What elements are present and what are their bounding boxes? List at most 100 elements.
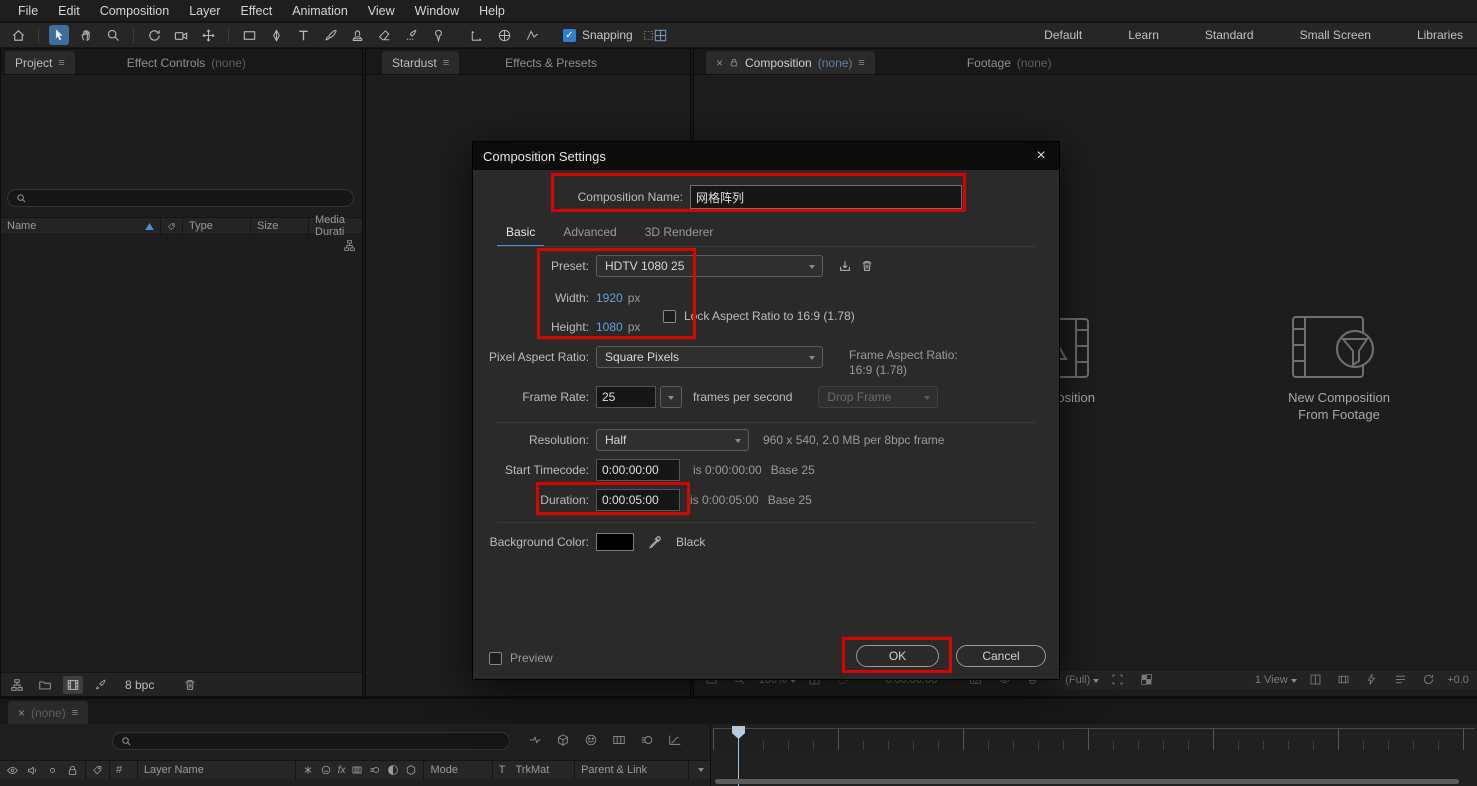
close-tab-icon[interactable]: ×: [716, 56, 723, 70]
duration-input[interactable]: [596, 489, 680, 511]
menu-layer[interactable]: Layer: [179, 4, 230, 18]
resolution-select[interactable]: (Full): [1065, 674, 1099, 686]
chevron-down-icon[interactable]: [698, 768, 704, 772]
tab-basic[interactable]: Basic: [497, 222, 544, 247]
frame-rate-input[interactable]: [596, 386, 656, 408]
delete-preset-icon[interactable]: [856, 255, 878, 277]
trkmat-column[interactable]: T TrkMat: [493, 761, 575, 779]
mode-column[interactable]: Mode: [424, 761, 492, 779]
text-tool-icon[interactable]: [293, 25, 313, 45]
fx-icon[interactable]: fx: [338, 765, 346, 776]
workspace-learn[interactable]: Learn: [1128, 28, 1159, 42]
tab-3d-renderer[interactable]: 3D Renderer: [636, 222, 723, 247]
menu-animation[interactable]: Animation: [282, 4, 358, 18]
draft-3d-icon[interactable]: [556, 733, 570, 747]
panel-menu-icon[interactable]: ≡: [58, 57, 64, 69]
frame-blend-icon[interactable]: [351, 764, 363, 776]
graph-editor-icon[interactable]: [668, 733, 682, 747]
panel-menu-icon[interactable]: ≡: [72, 707, 78, 719]
start-timecode-input[interactable]: [596, 459, 680, 481]
tab-composition[interactable]: × Composition (none) ≡: [706, 51, 875, 74]
frame-blending-icon[interactable]: [612, 733, 626, 747]
shy-icon[interactable]: [320, 764, 332, 776]
column-media-duration[interactable]: Media Durati: [309, 218, 362, 234]
menu-composition[interactable]: Composition: [90, 4, 179, 18]
lock-aspect-checkbox[interactable]: [663, 310, 676, 323]
column-name[interactable]: Name: [1, 218, 161, 234]
column-label-color[interactable]: [161, 218, 183, 234]
home-icon[interactable]: [8, 25, 28, 45]
eyedropper-icon[interactable]: [644, 531, 666, 553]
timeline-horizontal-scrollbar[interactable]: [715, 779, 1459, 784]
video-eye-icon[interactable]: [6, 764, 19, 777]
tab-effect-controls[interactable]: Effect Controls (none): [117, 51, 256, 74]
pen-tool-icon[interactable]: [266, 25, 286, 45]
number-column[interactable]: #: [110, 761, 138, 779]
puppet-pin-tool-icon[interactable]: [428, 25, 448, 45]
close-tab-icon[interactable]: ×: [18, 706, 25, 720]
hide-shy-layers-icon[interactable]: [584, 733, 598, 747]
tab-stardust[interactable]: Stardust ≡: [382, 51, 459, 74]
frame-rate-dropdown-icon[interactable]: [660, 386, 682, 408]
shape-tool-icon[interactable]: [239, 25, 259, 45]
layer-name-column[interactable]: Layer Name: [138, 761, 296, 779]
workspace-default[interactable]: Default: [1044, 28, 1082, 42]
width-value[interactable]: 1920: [596, 291, 623, 305]
tab-effects-presets[interactable]: Effects & Presets: [495, 51, 607, 74]
dialog-title-bar[interactable]: Composition Settings ×: [473, 142, 1059, 170]
brush-tool-icon[interactable]: [320, 25, 340, 45]
timeline-button-icon[interactable]: [1391, 671, 1410, 689]
zoom-tool-icon[interactable]: [103, 25, 123, 45]
trash-icon[interactable]: [180, 676, 200, 694]
timeline-search[interactable]: [112, 732, 510, 750]
tab-footage[interactable]: Footage (none): [957, 51, 1062, 74]
background-color-swatch[interactable]: [596, 533, 634, 551]
project-flowchart-icon[interactable]: [343, 239, 356, 252]
tab-advanced[interactable]: Advanced: [554, 222, 625, 247]
share-view-icon[interactable]: [1306, 671, 1325, 689]
resolution-select[interactable]: Half: [596, 429, 749, 451]
axis-view-icon[interactable]: [522, 25, 542, 45]
cancel-button[interactable]: Cancel: [956, 645, 1046, 667]
adjustment-layer-icon[interactable]: [387, 764, 399, 776]
fast-previews-icon[interactable]: [1362, 671, 1381, 689]
preview-checkbox[interactable]: [489, 652, 502, 665]
menu-view[interactable]: View: [358, 4, 405, 18]
sort-ascending-icon[interactable]: [145, 223, 154, 230]
column-type[interactable]: Type: [183, 218, 251, 234]
pixel-aspect-correction-icon[interactable]: [1334, 671, 1353, 689]
new-composition-icon[interactable]: [63, 676, 83, 694]
workspace-small-screen[interactable]: Small Screen: [1300, 28, 1371, 42]
composition-name-input[interactable]: [690, 185, 962, 209]
pan-behind-tool-icon[interactable]: [198, 25, 218, 45]
preset-select[interactable]: HDTV 1080 25: [596, 255, 823, 277]
audio-speaker-icon[interactable]: [26, 764, 39, 777]
rotation-tool-icon[interactable]: [144, 25, 164, 45]
parent-link-column[interactable]: Parent & Link: [575, 761, 689, 779]
motion-blur-icon[interactable]: [640, 733, 654, 747]
tab-project[interactable]: Project ≡: [5, 51, 75, 74]
timeline-tab[interactable]: × (none) ≡: [8, 701, 88, 724]
panel-menu-icon[interactable]: ≡: [858, 57, 864, 69]
reset-exposure-icon[interactable]: [1419, 671, 1438, 689]
view-layout-select[interactable]: 1 View: [1255, 674, 1297, 686]
menu-edit[interactable]: Edit: [48, 4, 90, 18]
new-composition-from-footage-button[interactable]: New Composition From Footage: [1274, 315, 1404, 423]
menu-file[interactable]: File: [8, 4, 48, 18]
camera-tool-icon[interactable]: [171, 25, 191, 45]
exposure-value[interactable]: +0.0: [1447, 674, 1469, 686]
pixel-aspect-select[interactable]: Square Pixels: [596, 346, 823, 368]
new-folder-icon[interactable]: [35, 676, 55, 694]
ok-button[interactable]: OK: [856, 645, 939, 667]
transparency-grid-icon[interactable]: [1137, 671, 1156, 689]
clone-stamp-tool-icon[interactable]: [347, 25, 367, 45]
save-preset-icon[interactable]: [834, 255, 856, 277]
height-value[interactable]: 1080: [596, 320, 623, 334]
adjustments-icon[interactable]: [91, 676, 111, 694]
snapping-checkbox[interactable]: ✓: [563, 29, 576, 42]
eraser-tool-icon[interactable]: [374, 25, 394, 45]
roto-brush-tool-icon[interactable]: [401, 25, 421, 45]
menu-help[interactable]: Help: [469, 4, 515, 18]
menu-window[interactable]: Window: [405, 4, 469, 18]
bit-depth-button[interactable]: 8 bpc: [125, 678, 154, 692]
